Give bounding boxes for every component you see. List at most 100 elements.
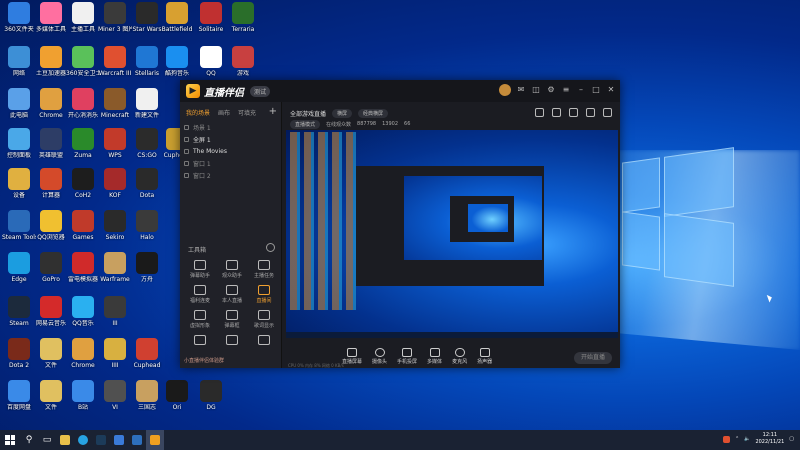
desktop-icon[interactable]: KOF	[98, 168, 132, 210]
settings-icon[interactable]: ⚙	[546, 85, 556, 95]
taskbar-clock[interactable]: 12:11 2022/11/21	[755, 432, 784, 446]
desktop-icon[interactable]: Warframe	[98, 252, 132, 294]
scene-checkbox-icon[interactable]	[184, 124, 189, 130]
desktop-icon[interactable]: 英雄联盟	[34, 128, 68, 170]
lock-icon[interactable]	[552, 108, 561, 117]
desktop-icon[interactable]: Ori	[160, 380, 194, 422]
stream-preview[interactable]	[286, 130, 618, 338]
desktop-icon[interactable]: 360安全卫士	[66, 46, 100, 88]
start-button[interactable]	[0, 430, 20, 450]
desktop-icon[interactable]: 设备	[2, 168, 36, 210]
taskbar-app[interactable]	[74, 430, 92, 450]
desktop-icon[interactable]: Chrome	[66, 338, 100, 380]
community-tip[interactable]: 小直播伴侣体验群	[184, 357, 224, 364]
tool-item[interactable]: 歌词显示	[248, 310, 280, 329]
desktop-icon[interactable]: Star Wars	[130, 2, 164, 44]
desktop-icon[interactable]: 网络	[2, 46, 36, 88]
desktop-icon[interactable]: 百度网盘	[2, 380, 36, 422]
desktop-icon[interactable]: 文件	[34, 380, 68, 422]
scene-item[interactable]: The Movies	[180, 145, 281, 157]
tab-canvas[interactable]: 画布	[218, 108, 230, 117]
maximize-icon[interactable]: □	[591, 85, 601, 95]
tool-item[interactable]	[184, 335, 216, 347]
desktop-icon[interactable]: Edge	[2, 252, 36, 294]
tool-item[interactable]: 主播任务	[248, 260, 280, 279]
scene-checkbox-icon[interactable]	[184, 160, 189, 166]
taskbar-app[interactable]	[56, 430, 74, 450]
desktop-icon[interactable]: Dota	[130, 168, 164, 210]
search-icon[interactable]: ⚲	[20, 430, 38, 450]
desktop-icon[interactable]: Warcraft III	[98, 46, 132, 88]
desktop-icon[interactable]: 文件	[34, 338, 68, 380]
desktop-icon[interactable]: Solitaire	[194, 2, 228, 44]
desktop-icon[interactable]: Terraria	[226, 2, 260, 44]
notification-icon[interactable]	[535, 108, 544, 117]
tray-app-icon[interactable]	[723, 435, 730, 443]
user-avatar[interactable]	[499, 84, 511, 96]
desktop-icon[interactable]: 计算器	[34, 168, 68, 210]
app-titlebar[interactable]: ▶ 直播伴侣 测试 ✉ ◫ ⚙ ≡ – □ ✕	[180, 80, 620, 102]
speaker-button[interactable]: 扬声器	[477, 347, 492, 365]
desktop-icon[interactable]: Zuma	[66, 128, 100, 170]
screen-capture-button[interactable]: 直播屏幕	[342, 347, 362, 365]
desktop-icon[interactable]: 360文件夹	[2, 2, 36, 44]
desktop-icon[interactable]: 开心消消乐	[66, 88, 100, 130]
tool-item[interactable]: 观众助手	[216, 260, 248, 279]
desktop-icon[interactable]: 主播工具	[66, 2, 100, 44]
desktop-icon[interactable]: 三国志	[130, 380, 164, 422]
layout-pill[interactable]: 经典横屏	[358, 108, 389, 118]
scene-item[interactable]: 窗口 1	[180, 157, 281, 169]
notification-icon[interactable]: ▢	[789, 436, 794, 442]
scene-checkbox-icon[interactable]	[184, 148, 189, 154]
desktop-icon[interactable]: CS:GO	[130, 128, 164, 170]
scene-item[interactable]: 全屏 1	[180, 133, 281, 145]
taskbar-app[interactable]	[128, 430, 146, 450]
desktop-icon[interactable]: Games	[66, 210, 100, 252]
media-button[interactable]: 多媒体	[427, 347, 442, 365]
scene-item[interactable]: 场景 1	[180, 121, 281, 133]
microphone-button[interactable]: 麦克风	[452, 347, 467, 365]
close-icon[interactable]: ✕	[606, 85, 616, 95]
layout-icon[interactable]	[569, 108, 578, 117]
app-version-badge[interactable]: 测试	[250, 85, 271, 97]
desktop-icon[interactable]: Miner 3 图片	[98, 2, 132, 44]
gift-icon[interactable]: ◫	[531, 85, 541, 95]
tab-my-scenes[interactable]: 我的场景	[186, 108, 210, 117]
desktop-icon[interactable]: Halo	[130, 210, 164, 252]
toolbox-more-icon[interactable]	[266, 243, 275, 252]
category-title[interactable]: 全部游戏直播	[290, 109, 326, 118]
desktop-icon[interactable]: 控制面板	[2, 128, 36, 170]
desktop-icon[interactable]: Dota 2	[2, 338, 36, 380]
desktop-icon[interactable]: Steam	[2, 296, 36, 338]
chevron-up-icon[interactable]: ⌃	[735, 436, 739, 442]
add-scene-icon[interactable]: +	[269, 106, 277, 117]
stream-mode-pill[interactable]: 直播模式	[290, 119, 321, 129]
desktop-icon[interactable]: 新建文件	[130, 88, 164, 130]
desktop-icon[interactable]: Minecraft	[98, 88, 132, 130]
desktop-icon[interactable]: GoPro	[34, 252, 68, 294]
desktop-icon[interactable]: 网易云音乐	[34, 296, 68, 338]
tool-item[interactable]	[216, 335, 248, 347]
desktop-icon[interactable]: 多媒体工具	[34, 2, 68, 44]
task-view-icon[interactable]: ▭	[38, 430, 56, 450]
desktop-icon[interactable]: Battlefield	[160, 2, 194, 44]
desktop-icon[interactable]: Sekiro	[98, 210, 132, 252]
phone-cast-button[interactable]: 手机投屏	[397, 347, 417, 365]
desktop-icon[interactable]: QQ音乐	[66, 296, 100, 338]
taskbar-app[interactable]	[92, 430, 110, 450]
scene-checkbox-icon[interactable]	[184, 136, 189, 142]
tool-item[interactable]: 本人直播	[216, 285, 248, 304]
desktop-icon[interactable]: CoH2	[66, 168, 100, 210]
live-streaming-app-window[interactable]: ▶ 直播伴侣 测试 ✉ ◫ ⚙ ≡ – □ ✕ 我的场景 画布 可填充 + 场景…	[180, 80, 620, 368]
desktop-icon[interactable]: WPS	[98, 128, 132, 170]
desktop-icon[interactable]: QQ浏览器	[34, 210, 68, 252]
desktop-icon[interactable]: Stellaris	[130, 46, 164, 88]
desktop-icon[interactable]: 土豆加速器	[34, 46, 68, 88]
desktop-icon[interactable]: IIII	[98, 338, 132, 380]
orientation-pill[interactable]: 横屏	[332, 108, 353, 118]
scene-checkbox-icon[interactable]	[184, 172, 189, 178]
desktop-icon[interactable]: DG	[194, 380, 228, 422]
message-icon[interactable]: ✉	[516, 85, 526, 95]
tab-fillable[interactable]: 可填充	[238, 108, 256, 117]
tool-item[interactable]: 弹幕助手	[184, 260, 216, 279]
